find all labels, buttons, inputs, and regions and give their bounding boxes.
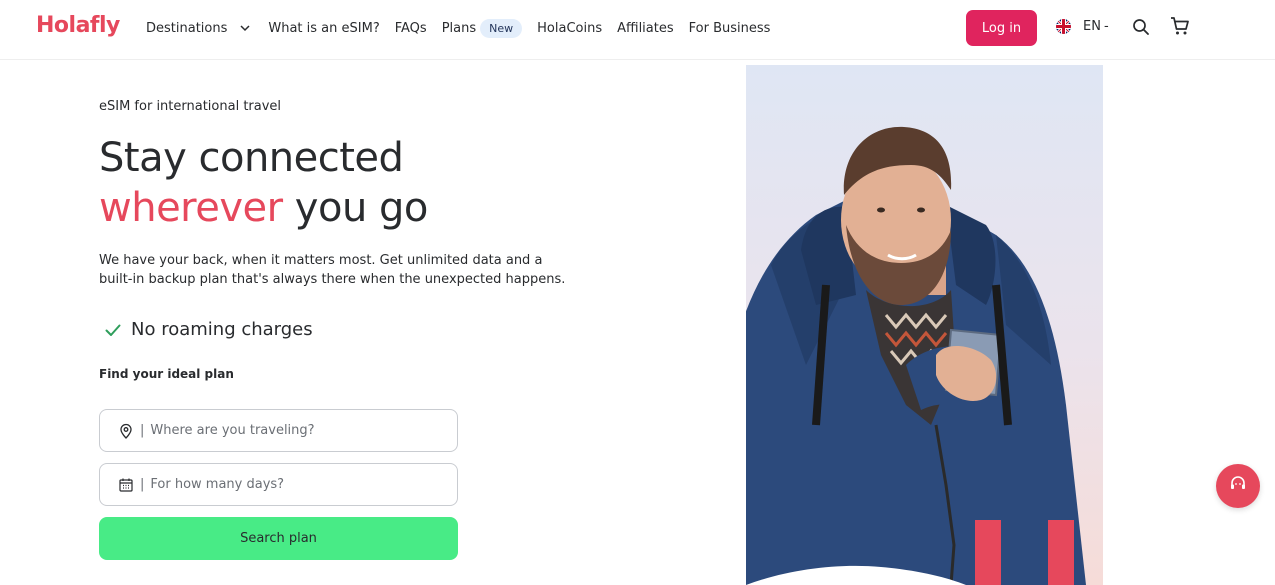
check-icon (104, 321, 122, 339)
language-caret: - (1103, 19, 1109, 34)
holafly-logo[interactable]: Holafly (36, 13, 120, 38)
nav-plans[interactable]: Plans New (441, 18, 523, 38)
destination-input[interactable] (150, 423, 431, 438)
nav-faqs[interactable]: FAQs (395, 21, 427, 36)
nav-plans-label: Plans (441, 20, 477, 36)
hero-description: We have your back, when it matters most.… (99, 253, 566, 287)
nav-holacoins[interactable]: HolaCoins (537, 21, 602, 36)
headline-rest: you go (282, 185, 429, 231)
search-plan-button[interactable]: Search plan (99, 517, 458, 560)
feature-label: No roaming charges (131, 319, 313, 340)
language-selector[interactable]: EN - (1056, 19, 1109, 34)
login-button[interactable]: Log in (966, 10, 1037, 46)
chevron-down-icon (237, 20, 253, 36)
nav-affiliates-label: Affiliates (617, 20, 674, 36)
support-headset-icon (1229, 475, 1247, 497)
destination-field[interactable]: | (99, 409, 458, 452)
hero-headline: Stay connected wherever you go (99, 133, 428, 233)
days-field[interactable]: | (99, 463, 458, 506)
field-separator: | (140, 423, 145, 438)
headline-accent: wherever (99, 185, 283, 231)
nav-destinations-label: Destinations (146, 20, 228, 36)
feature-item: No roaming charges (104, 319, 313, 340)
nav-for-business-label: For Business (688, 20, 771, 36)
nav-holacoins-label: HolaCoins (537, 20, 603, 36)
cart-icon[interactable] (1170, 16, 1190, 36)
nav-affiliates[interactable]: Affiliates (617, 21, 674, 36)
language-code: EN (1083, 19, 1101, 34)
nav-what-is-esim-label: What is an eSIM? (268, 20, 380, 36)
nav-for-business[interactable]: For Business (689, 21, 771, 36)
new-badge: New (480, 18, 523, 38)
nav-what-is-esim[interactable]: What is an eSIM? (268, 21, 379, 36)
field-separator: | (140, 477, 145, 492)
nav-destinations[interactable]: Destinations (146, 20, 253, 36)
search-icon[interactable] (1132, 18, 1150, 36)
calendar-icon (118, 477, 134, 493)
site-header: Holafly Destinations What is an eSIM? FA… (0, 0, 1275, 60)
hero-traveler-photo (746, 65, 1103, 585)
hero-eyebrow: eSIM for international travel (99, 99, 282, 114)
days-input[interactable] (150, 477, 431, 492)
find-plan-label: Find your ideal plan (99, 367, 234, 381)
headline-line1: Stay connected (99, 135, 404, 181)
uk-flag-icon (1056, 19, 1071, 34)
nav-faqs-label: FAQs (394, 20, 427, 36)
location-pin-icon (118, 423, 134, 439)
main-nav: Destinations What is an eSIM? FAQs Plans… (146, 0, 785, 56)
support-chat-button[interactable] (1216, 464, 1260, 508)
